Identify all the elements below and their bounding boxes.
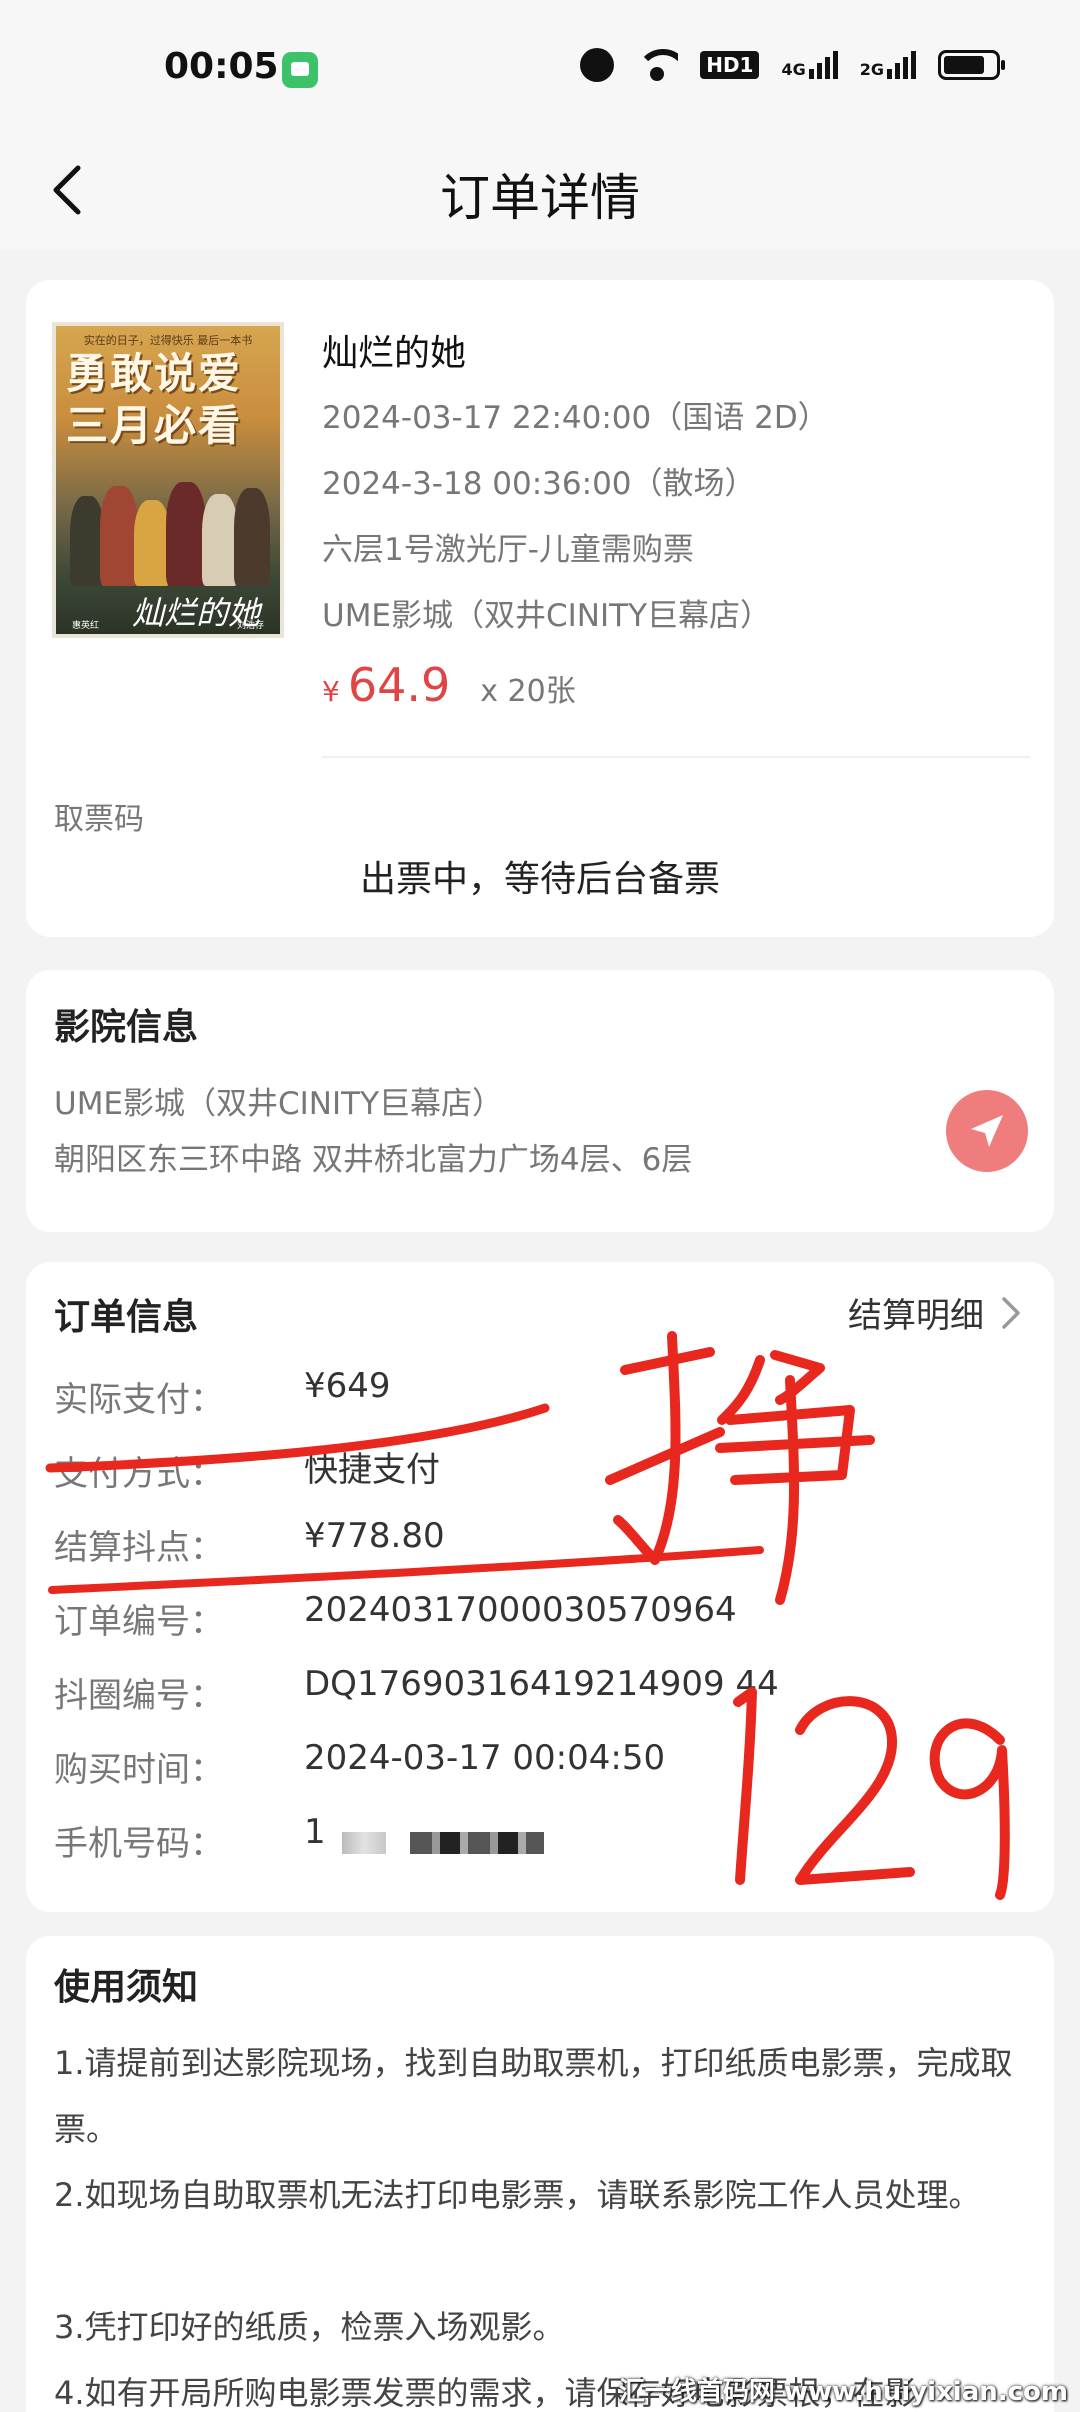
navigate-button[interactable] — [946, 1090, 1028, 1172]
clock: 00:05 — [164, 46, 279, 87]
poster-tagline: 实在的日子，过得快乐 最后一本书 — [83, 334, 253, 347]
settlement-detail-link[interactable]: 结算明细 — [848, 1288, 1024, 1337]
status-bar: 00:05 HD1 4G 2G — [0, 0, 1080, 130]
cinema-name: UME影城（双井CINITY巨幕店） — [322, 598, 772, 634]
divider — [322, 756, 1030, 758]
ticket-quantity: x 20张 — [480, 674, 576, 709]
order-row-label: 实际支付： — [54, 1380, 224, 1420]
notice-item: 2.如现场自助取票机无法打印电影票，请联系影院工作人员处理。 — [54, 2176, 981, 2214]
order-row-label: 支付方式： — [54, 1454, 224, 1494]
ticket-status: 出票中，等待后台备票 — [359, 859, 720, 900]
redaction-mosaic — [410, 1832, 544, 1854]
notice-item: 3.凭打印好的纸质，检票入场观影。 — [54, 2308, 565, 2346]
movie-ticket-card: 实在的日子，过得快乐 最后一本书 勇敢说爱 三月必看 灿烂的她 惠英红 刘浩存 … — [26, 280, 1054, 937]
status-icons: HD1 4G 2G — [580, 48, 1005, 82]
messages-app-icon — [282, 52, 318, 88]
price-currency: ¥ — [322, 675, 340, 708]
order-row-label: 抖圈编号： — [54, 1676, 224, 1716]
page-title: 订单详情 — [440, 169, 640, 227]
chevron-right-icon — [1002, 1296, 1020, 1329]
redaction-mosaic — [342, 1832, 386, 1854]
signal-4g-icon: 4G — [781, 51, 838, 79]
poster-credits: 惠英红 刘浩存 — [56, 618, 280, 631]
usage-notice-card: 使用须知 1.请提前到达影院现场，找到自助取票机，打印纸质电影票，完成取票。 2… — [26, 1936, 1054, 2412]
settlement-detail-label: 结算明细 — [848, 1296, 984, 1336]
signal-2g-icon: 2G — [860, 51, 916, 79]
watermark: 汇一线首码网 www.huiyixian.com — [618, 2377, 1068, 2407]
order-row-value: ¥649 — [304, 1366, 391, 1406]
nav-bar: 订单详情 — [0, 130, 1080, 250]
hall-name: 六层1号激光厅-儿童需购票 — [322, 532, 694, 568]
showtime: 2024-03-17 22:40:00（国语 2D） — [322, 400, 829, 436]
movie-title: 灿烂的她 — [322, 333, 467, 374]
signal-2g-label: 2G — [859, 60, 884, 79]
poster-people-image — [70, 476, 270, 586]
poster-credit-left: 惠英红 — [72, 621, 100, 631]
order-row-value: 快捷支付 — [304, 1450, 440, 1490]
hd-icon: HD1 — [700, 51, 760, 79]
poster-credit-right: 刘浩存 — [236, 621, 264, 631]
cinema-address: 朝阳区东三环中路 双井桥北富力广场4层、6层 — [54, 1142, 693, 1178]
order-row-label: 结算抖点： — [54, 1528, 224, 1568]
order-row-value: ¥778.80 — [304, 1516, 445, 1556]
order-info-card: 订单信息 结算明细 实际支付： ¥649 支付方式： 快捷支付 结算抖点： ¥7… — [26, 1262, 1054, 1912]
order-row-value: 2024-03-17 00:04:50 — [304, 1738, 666, 1778]
ticket-price: ¥ 64.9 x 20张 — [322, 658, 576, 712]
wifi-icon — [636, 49, 679, 81]
signal-4g-label: 4G — [781, 60, 806, 79]
price-value: 64.9 — [347, 658, 451, 712]
poster-headline-line1: 勇敢说爱 — [66, 349, 243, 398]
order-row-value: 20240317000030570964 — [304, 1590, 737, 1630]
order-row-label: 购买时间： — [54, 1750, 224, 1790]
movie-poster[interactable]: 实在的日子，过得快乐 最后一本书 勇敢说爱 三月必看 灿烂的她 惠英红 刘浩存 — [52, 322, 284, 638]
poster-headline: 勇敢说爱 三月必看 — [66, 348, 278, 452]
usage-notice-title: 使用须知 — [54, 1967, 199, 2008]
cinema-info-card: 影院信息 UME影城（双井CINITY巨幕店） 朝阳区东三环中路 双井桥北富力广… — [26, 970, 1054, 1232]
order-row-label: 手机号码： — [54, 1824, 224, 1864]
cinema-info-title: 影院信息 — [54, 1007, 199, 1048]
phone-number-value: 1 — [304, 1812, 326, 1852]
order-row-value: DQ17690316419214909 44 — [304, 1664, 779, 1704]
order-info-title: 订单信息 — [54, 1297, 199, 1338]
navigation-arrow-icon — [971, 1115, 1003, 1147]
poster-headline-line2: 三月必看 — [66, 401, 243, 450]
order-row-label: 订单编号： — [54, 1602, 224, 1642]
end-time: 2024-3-18 00:36:00（散场） — [322, 466, 756, 502]
battery-icon — [938, 50, 1005, 80]
notice-item: 1.请提前到达影院现场，找到自助取票机，打印纸质电影票，完成取票。 — [54, 2044, 1013, 2148]
cinema-info-name: UME影城（双井CINITY巨幕店） — [54, 1086, 504, 1122]
alarm-icon — [580, 48, 615, 82]
ticket-code-label: 取票码 — [54, 802, 144, 837]
